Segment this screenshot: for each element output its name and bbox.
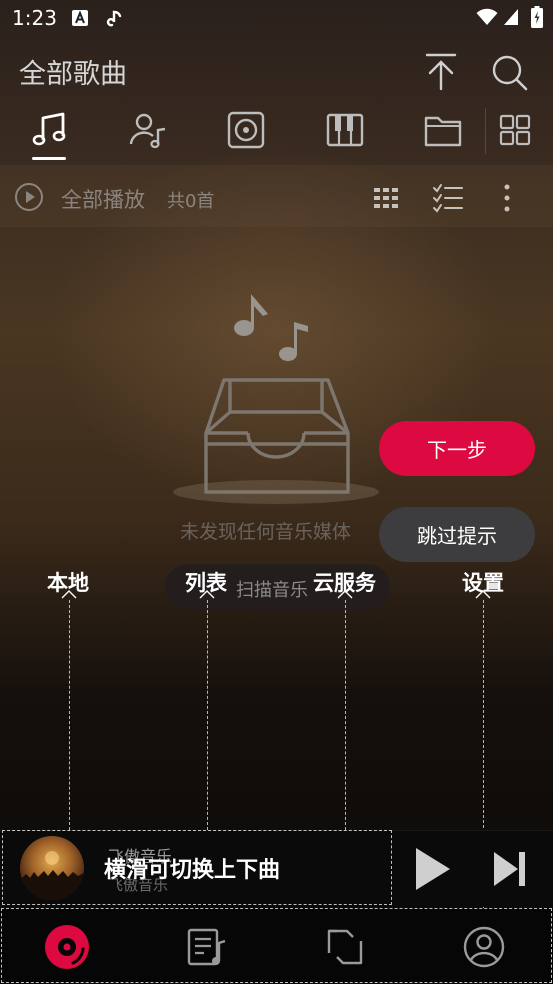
arrow-to-top-icon — [425, 53, 457, 91]
play-circle-icon — [15, 183, 43, 211]
folder-icon — [424, 116, 462, 147]
tab-active-indicator — [32, 157, 66, 160]
tab-piano[interactable] — [319, 104, 371, 156]
tab-songs[interactable] — [23, 104, 75, 156]
checklist-icon — [433, 184, 463, 213]
guide-line-local — [69, 600, 70, 830]
status-bar: 1:23 — [0, 0, 553, 40]
nav-playlists[interactable] — [182, 922, 232, 972]
locate-top-button[interactable] — [419, 49, 463, 93]
tab-separator — [485, 108, 486, 154]
switch-device-icon — [327, 929, 363, 965]
signal-icon — [504, 9, 518, 25]
nav-local[interactable] — [42, 922, 92, 972]
multi-select-button[interactable] — [432, 182, 464, 214]
play-icon — [416, 848, 450, 890]
guide-carets — [61, 590, 491, 599]
nav-cloud[interactable] — [320, 922, 370, 972]
music-notification-icon — [106, 10, 122, 27]
status-time: 1:23 — [12, 6, 57, 30]
wifi-icon — [476, 8, 498, 25]
page-title: 全部歌曲 — [19, 59, 127, 90]
tab-albums[interactable] — [220, 104, 272, 156]
music-note-icon — [32, 112, 66, 146]
nav-settings[interactable] — [459, 922, 509, 972]
play-button[interactable] — [410, 844, 454, 894]
empty-message: 未发现任何音乐媒体 — [180, 521, 352, 543]
next-step-button[interactable]: 下一步 — [379, 421, 535, 476]
play-all-button[interactable] — [13, 181, 45, 213]
battery-icon — [531, 6, 543, 28]
tab-folders[interactable] — [417, 104, 469, 156]
overflow-menu-button[interactable] — [497, 182, 517, 214]
album-icon — [227, 111, 265, 149]
swipe-hint: 横滑可切换上下曲 — [104, 858, 281, 883]
user-profile-icon — [463, 926, 505, 968]
dots-grid-icon — [374, 188, 398, 208]
play-all-label[interactable]: 全部播放 — [61, 184, 145, 214]
playlist-icon — [187, 928, 226, 966]
tab-artists[interactable] — [122, 104, 174, 156]
piano-icon — [326, 113, 364, 147]
more-vertical-icon — [504, 184, 510, 212]
vinyl-disc-icon — [45, 925, 89, 969]
skip-tips-button[interactable]: 跳过提示 — [379, 507, 535, 562]
grid-icon — [499, 114, 531, 146]
guide-line-list — [207, 600, 208, 830]
next-track-button[interactable] — [490, 848, 530, 890]
layout-toggle-button[interactable] — [372, 184, 400, 212]
notification-a-icon — [72, 10, 88, 26]
artist-icon — [129, 113, 166, 149]
search-button[interactable] — [487, 50, 531, 94]
tab-more[interactable] — [489, 104, 541, 156]
empty-box-illustration — [173, 294, 379, 504]
song-count: 共0首 — [167, 191, 215, 212]
guide-line-cloud — [345, 600, 346, 830]
search-icon — [492, 55, 528, 91]
skip-next-icon — [494, 852, 525, 886]
